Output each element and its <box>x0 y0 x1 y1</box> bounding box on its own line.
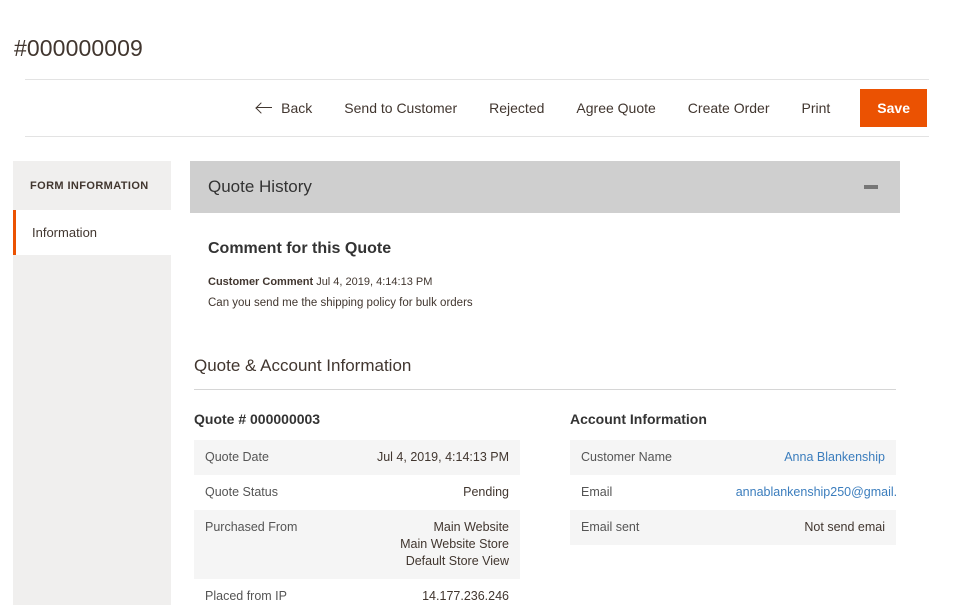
row-value-line: Main Website <box>433 519 510 534</box>
comment-heading: Comment for this Quote <box>208 239 392 257</box>
row-label: Placed from IP <box>205 588 287 603</box>
comment-text: Can you send me the shipping policy for … <box>208 296 473 309</box>
send-to-customer-button[interactable]: Send to Customer <box>344 99 457 117</box>
comment-author: Customer Comment <box>208 275 314 288</box>
save-button[interactable]: Save <box>860 88 927 127</box>
back-button-label: Back <box>281 99 313 116</box>
row-value-line: Main Website Store <box>400 536 509 551</box>
sidebar-item-label: Information <box>32 224 98 240</box>
back-button[interactable]: Back <box>257 99 312 117</box>
page-actions-toolbar: Back Send to Customer Rejected Agree Quo… <box>25 80 929 137</box>
row-value: Jul 4, 2019, 4:14:13 PM <box>376 449 509 464</box>
account-info-heading: Account Information <box>570 410 707 427</box>
comment-meta: Customer Comment Jul 4, 2019, 4:14:13 PM <box>208 275 882 289</box>
table-row: Quote Status Pending <box>194 474 520 510</box>
admin-quote-page: #000000009 Back Send to Customer Rejecte… <box>0 0 954 605</box>
row-value: 14.177.236.246 <box>422 588 509 603</box>
row-value: Main Website Main Website Store Default St… <box>354 510 520 579</box>
quote-history-title: Quote History <box>208 176 312 196</box>
quote-history-header[interactable]: Quote History <box>190 160 900 213</box>
arrow-left-icon <box>257 102 273 114</box>
row-label: Purchased From <box>205 519 298 534</box>
row-value: annablankenship250@gmail.com <box>730 475 896 510</box>
row-value-line: Default Store View <box>405 553 509 568</box>
quote-history-body: Comment for this Quote Customer Comment … <box>190 213 900 311</box>
quote-info-heading: Quote # 000000003 <box>194 410 321 427</box>
table-row: Email sent Not send emai <box>570 509 896 545</box>
quote-info-column: Quote # 000000003 Quote Date Jul 4, 2019… <box>194 410 520 605</box>
sidebar-item-information[interactable]: Information <box>13 209 171 255</box>
row-label: Email <box>581 484 613 499</box>
minus-icon[interactable] <box>864 184 878 189</box>
customer-name-link[interactable]: Anna Blankenship <box>784 450 885 464</box>
row-label: Email sent <box>581 519 640 534</box>
page-body: FORM INFORMATION Information Quote Histo… <box>0 137 954 605</box>
table-row: Purchased From Main Website Main Website … <box>194 509 520 579</box>
customer-email-link[interactable]: annablankenship250@gmail.com <box>736 485 896 499</box>
quote-info-table: Quote Date Jul 4, 2019, 4:14:13 PM Quote… <box>194 439 520 605</box>
table-row: Email annablankenship250@gmail.com <box>570 474 896 510</box>
row-value: Not send emai <box>804 519 885 534</box>
account-info-column: Account Information Customer Name Anna B… <box>570 410 896 605</box>
form-sidebar: FORM INFORMATION Information <box>13 160 171 605</box>
table-row: Quote Date Jul 4, 2019, 4:14:13 PM <box>194 439 520 475</box>
quote-account-section-title: Quote & Account Information <box>194 355 896 390</box>
rejected-button[interactable]: Rejected <box>489 99 544 117</box>
row-value: Anna Blankenship <box>730 440 896 475</box>
account-info-table: Customer Name Anna Blankenship Email ann… <box>570 439 896 545</box>
agree-quote-button[interactable]: Agree Quote <box>576 99 655 117</box>
comment-date: Jul 4, 2019, 4:14:13 PM <box>316 275 433 288</box>
page-title: #000000009 <box>14 35 143 62</box>
print-button[interactable]: Print <box>802 99 831 117</box>
quote-account-information: Quote & Account Information Quote # 0000… <box>190 355 900 605</box>
quote-history-panel: Quote History Comment for this Quote Cus… <box>190 160 900 311</box>
row-label: Customer Name <box>581 449 672 464</box>
create-order-button[interactable]: Create Order <box>688 99 770 117</box>
row-value: Pending <box>463 484 509 499</box>
row-label: Quote Date <box>205 449 269 464</box>
main-content: Quote History Comment for this Quote Cus… <box>190 160 900 605</box>
row-label: Quote Status <box>205 484 278 499</box>
page-title-area: #000000009 <box>0 0 954 63</box>
sidebar-title: FORM INFORMATION <box>30 179 149 192</box>
table-row: Customer Name Anna Blankenship <box>570 439 896 475</box>
table-row: Placed from IP 14.177.236.246 <box>194 578 520 605</box>
info-columns: Quote # 000000003 Quote Date Jul 4, 2019… <box>194 410 896 605</box>
